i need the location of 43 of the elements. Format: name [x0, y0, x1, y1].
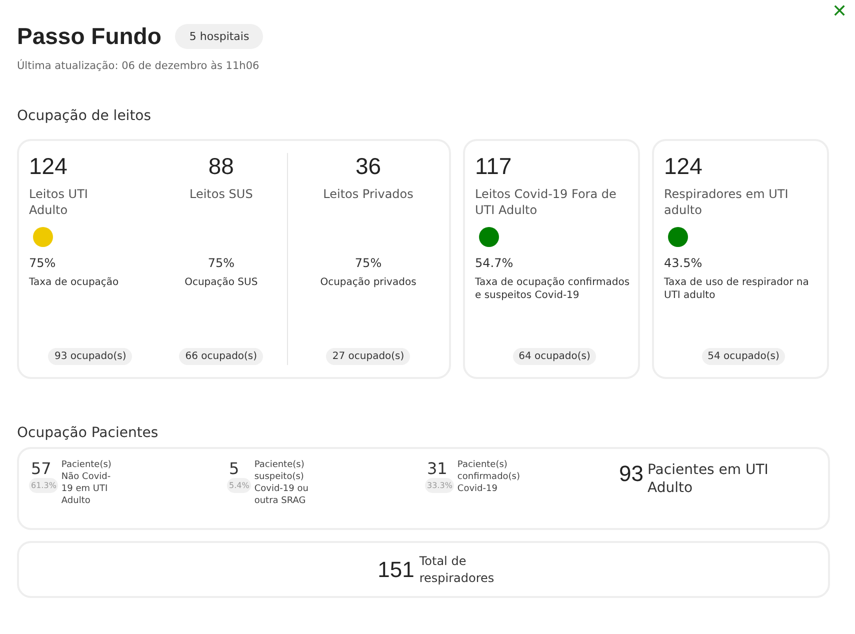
last-update-text: Última atualização: 06 de dezembro às 11h06	[17, 60, 260, 72]
bed-label: Respiradores em UTI adulto	[664, 186, 790, 218]
occupied-count: 64 ocupado(s)	[512, 348, 596, 365]
bed-label: Leitos UTI Adulto	[29, 186, 89, 218]
section-title: Ocupação Pacientes	[17, 425, 160, 441]
patient-percent: 5.4%	[227, 478, 252, 493]
patient-total-label: Pacientes em UTI Adulto	[647, 461, 770, 497]
bed-count: 36	[355, 153, 382, 180]
hospital-count-badge: 5 hospitais	[175, 24, 264, 48]
patient-count: 5	[229, 459, 240, 478]
bed-label: Leitos SUS	[189, 186, 253, 203]
bed-label: Leitos Privados	[323, 186, 414, 203]
occupied-count: 66 ocupado(s)	[179, 348, 264, 365]
close-button[interactable]: ✕	[828, 0, 851, 22]
occupancy-percent: 75%	[208, 256, 234, 270]
occupancy-label: Ocupação SUS	[184, 276, 258, 289]
occupied-count: 54 ocupado(s)	[702, 348, 786, 365]
occupancy-label: Taxa de ocupação confirmados e suspeitos Covid-19	[475, 276, 631, 302]
patient-label: Paciente(s) Não Covid-19 em UTI Adulto	[61, 459, 112, 508]
section-title: Ocupação de leitos	[17, 108, 152, 124]
page-title: Passo Fundo	[17, 22, 162, 50]
patient-count: 57	[31, 459, 52, 478]
occupied-count: 93 ocupado(s)	[48, 348, 132, 365]
respirator-total: 151	[376, 556, 414, 584]
occupied-count: 27 ocupado(s)	[326, 348, 410, 365]
patient-percent: 61.3%	[29, 478, 58, 493]
bed-label: Leitos Covid-19 Fora de UTI Adulto	[475, 186, 618, 218]
occupancy-label: Taxa de uso de respirador na UTI adulto	[664, 276, 810, 302]
occupancy-percent: 75%	[354, 256, 382, 270]
occupancy-percent: 75%	[29, 256, 56, 270]
occupancy-label: Ocupação privados	[320, 276, 416, 289]
respirator-label: Total de respiradores	[419, 552, 496, 586]
patient-label: Paciente(s) suspeito(s) Covid-19 ou outra SRAG	[254, 459, 310, 508]
patient-percent: 33.3%	[425, 478, 454, 493]
patient-count: 31	[427, 459, 448, 478]
occupancy-percent: 43.5%	[664, 256, 702, 270]
occupancy-percent: 54.7%	[475, 256, 514, 270]
bed-count: 124	[664, 153, 702, 180]
bed-count: 124	[29, 153, 68, 180]
patient-total: 93	[619, 460, 644, 488]
occupancy-label: Taxa de ocupação	[29, 276, 119, 289]
bed-count: 88	[208, 153, 234, 180]
bed-count: 117	[475, 153, 512, 180]
